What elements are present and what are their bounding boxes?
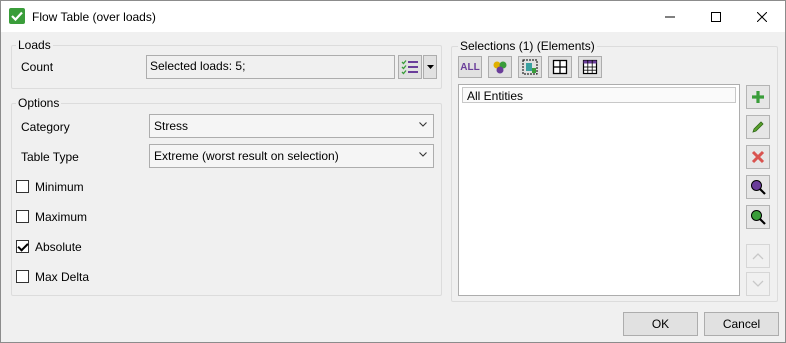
move-up-button[interactable] — [746, 244, 770, 268]
category-value: Stress — [154, 119, 189, 133]
pencil-icon — [752, 121, 764, 133]
ok-button[interactable]: OK — [623, 312, 698, 336]
chevron-down-icon — [752, 280, 764, 287]
close-button[interactable] — [739, 1, 785, 32]
add-selection-button[interactable] — [746, 85, 770, 109]
loads-group-label: Loads — [16, 38, 53, 52]
loads-dropdown-button[interactable] — [423, 55, 437, 79]
window-title: Flow Table (over loads) — [32, 10, 156, 24]
title-bar: Flow Table (over loads) — [1, 1, 785, 32]
chevron-down-icon — [419, 122, 427, 127]
select-table-button[interactable] — [578, 56, 602, 78]
dialog-window: Flow Table (over loads) Loads Count Sele… — [0, 0, 786, 343]
table-type-label: Table Type — [21, 150, 79, 164]
select-region-button[interactable] — [518, 56, 542, 78]
plus-icon — [752, 91, 764, 103]
table-type-select[interactable]: Extreme (worst result on selection) — [149, 144, 434, 168]
chevron-down-icon — [419, 152, 427, 157]
count-label: Count — [21, 60, 54, 74]
zoom-highlight-button[interactable] — [746, 205, 770, 229]
all-label: ALL — [460, 61, 480, 73]
maximize-button[interactable] — [693, 1, 739, 32]
select-loads-button[interactable] — [398, 55, 422, 79]
category-select[interactable]: Stress — [149, 114, 434, 138]
checklist-icon — [401, 60, 418, 75]
delete-x-icon — [751, 150, 765, 164]
select-all-button[interactable]: ALL — [458, 56, 482, 78]
selections-label: Selections (1) (Elements) — [458, 39, 597, 53]
select-elements-button[interactable] — [548, 56, 572, 78]
grid-icon — [552, 59, 568, 75]
minimum-label: Minimum — [35, 180, 84, 194]
maximum-label: Maximum — [35, 210, 88, 224]
selections-list[interactable]: All Entities — [458, 84, 740, 296]
max-delta-checkbox[interactable] — [16, 270, 29, 283]
region-select-icon — [522, 59, 538, 75]
color-dots-icon — [493, 61, 507, 74]
zoom-selection-button[interactable] — [746, 175, 770, 199]
delete-selection-button[interactable] — [746, 145, 770, 169]
absolute-label: Absolute — [35, 240, 82, 254]
move-down-button[interactable] — [746, 272, 770, 296]
dropdown-arrow-icon — [426, 65, 434, 69]
max-delta-label: Max Delta — [35, 270, 90, 284]
list-item[interactable]: All Entities — [462, 87, 736, 103]
maximize-icon — [711, 11, 721, 22]
cancel-button[interactable]: Cancel — [704, 312, 779, 336]
close-icon — [757, 11, 767, 22]
minimum-checkbox[interactable] — [16, 180, 29, 193]
minimize-button[interactable] — [647, 1, 693, 32]
chevron-up-icon — [752, 253, 764, 260]
magnifier-green-icon — [751, 210, 766, 225]
magnifier-purple-icon — [751, 180, 766, 195]
category-label: Category — [21, 120, 70, 134]
table-type-value: Extreme (worst result on selection) — [154, 149, 339, 163]
table-grid-icon — [582, 59, 598, 75]
checkmark-app-icon — [9, 8, 25, 24]
edit-selection-button[interactable] — [746, 115, 770, 139]
options-group-label: Options — [16, 96, 62, 110]
minimize-icon — [665, 16, 675, 17]
maximum-checkbox[interactable] — [16, 210, 29, 223]
selected-loads-field[interactable]: Selected loads: 5; — [146, 55, 395, 79]
absolute-checkbox[interactable] — [16, 240, 29, 253]
select-by-color-button[interactable] — [488, 56, 512, 78]
